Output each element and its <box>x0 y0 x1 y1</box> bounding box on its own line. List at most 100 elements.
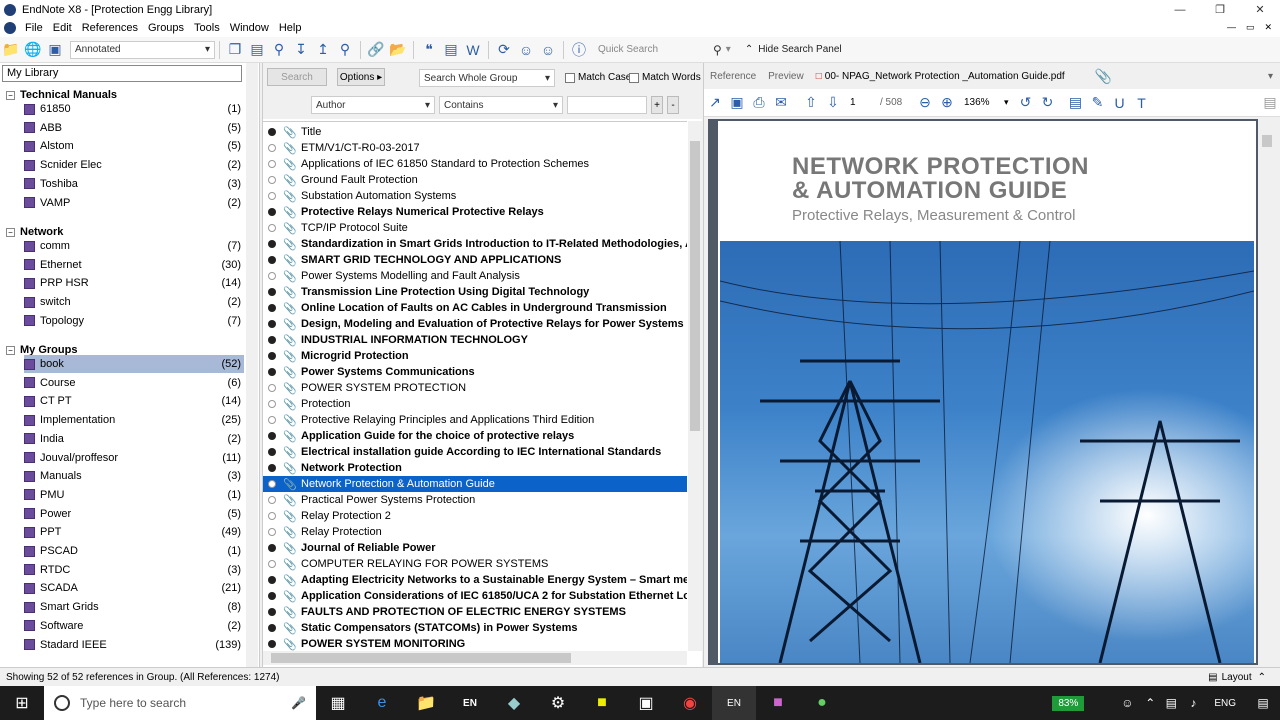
read-status-icon[interactable] <box>268 304 276 312</box>
reference-row[interactable]: 📎 Ground Fault Protection <box>263 172 687 188</box>
microphone-icon[interactable]: 🎤 <box>291 696 306 710</box>
read-status-icon[interactable] <box>268 608 276 616</box>
group-item[interactable]: Alstom (5) <box>24 137 244 155</box>
online-search-icon[interactable]: ⚲ <box>268 40 290 60</box>
read-status-icon[interactable] <box>268 224 276 232</box>
read-status-icon[interactable] <box>268 256 276 264</box>
read-status-icon[interactable] <box>268 240 276 248</box>
read-status-icon[interactable] <box>268 448 276 456</box>
reference-list-scrollbar[interactable] <box>688 121 702 651</box>
open-file-icon[interactable]: 📂 <box>387 40 409 60</box>
mdi-restore-icon[interactable]: ▭ <box>1246 22 1255 33</box>
reference-row[interactable]: 📎 INDUSTRIAL INFORMATION TECHNOLOGY <box>263 332 687 348</box>
task-view-icon[interactable]: ▦ <box>316 686 360 720</box>
rotate-left-icon[interactable]: ↺ <box>1015 92 1037 114</box>
group-item[interactable]: 61850 (1) <box>24 100 244 118</box>
read-status-icon[interactable] <box>268 464 276 472</box>
menu-groups[interactable]: Groups <box>143 22 189 34</box>
read-status-icon[interactable] <box>268 400 276 408</box>
read-status-icon[interactable] <box>268 128 276 136</box>
menu-window[interactable]: Window <box>225 22 274 34</box>
groups-scrollbar[interactable] <box>246 63 258 667</box>
quick-search-input[interactable]: Quick Search ⚲ ▾ <box>598 41 731 59</box>
chevron-up-icon[interactable]: ⌃ <box>1140 686 1160 720</box>
reference-row[interactable]: 📎 FAULTS AND PROTECTION OF ELECTRIC ENERG… <box>263 604 687 620</box>
options-button[interactable]: Options ▸ <box>337 68 385 86</box>
read-status-icon[interactable] <box>268 544 276 552</box>
local-library-mode-icon[interactable]: 📁 <box>0 40 22 60</box>
read-status-icon[interactable] <box>268 160 276 168</box>
read-status-icon[interactable] <box>268 320 276 328</box>
remove-search-row-button[interactable]: - <box>667 96 679 114</box>
print-icon[interactable]: ⎙ <box>748 92 770 114</box>
new-reference-icon[interactable]: ▤ <box>246 40 268 60</box>
read-status-icon[interactable] <box>268 368 276 376</box>
sticky-notes-icon[interactable]: ■ <box>580 686 624 720</box>
reference-list-hscrollbar[interactable] <box>263 651 687 665</box>
reference-row[interactable]: 📎 Adapting Electricity Networks to a Sust… <box>263 572 687 588</box>
menu-tools[interactable]: Tools <box>189 22 225 34</box>
read-status-icon[interactable] <box>268 288 276 296</box>
collapse-toggle-icon[interactable]: − <box>6 227 15 237</box>
hide-search-panel-button[interactable]: ⌃ Hide Search Panel <box>745 41 842 59</box>
read-status-icon[interactable] <box>268 176 276 184</box>
group-item[interactable]: Ethernet (30) <box>24 256 244 274</box>
read-status-icon[interactable] <box>268 576 276 584</box>
reference-row[interactable]: 📎 Protection <box>263 396 687 412</box>
chevron-down-icon[interactable]: ▾ <box>726 44 731 55</box>
layout-button[interactable]: ▤ Layout ⌃ <box>1208 672 1266 683</box>
insert-citation-icon[interactable]: ❝ <box>418 40 440 60</box>
page-number-input[interactable]: 1 <box>850 97 880 108</box>
panel-menu-icon[interactable]: ▾ <box>1268 71 1273 82</box>
format-bibliography-icon[interactable]: ▤ <box>440 40 462 60</box>
find-fulltext-icon[interactable]: ⚲ <box>334 40 356 60</box>
group-item[interactable]: VAMP (2) <box>24 194 244 212</box>
reference-row[interactable]: 📎 TCP/IP Protocol Suite <box>263 220 687 236</box>
minimize-button[interactable]: — <box>1160 0 1200 19</box>
group-item[interactable]: Jouval/proffesor (11) <box>24 449 244 467</box>
search-icon[interactable]: ⚲ <box>713 43 722 57</box>
zoom-in-icon[interactable]: ⊕ <box>936 92 958 114</box>
pdf-scrollbar[interactable] <box>1260 119 1274 665</box>
group-item[interactable]: Course (6) <box>24 374 244 392</box>
collapse-toggle-icon[interactable]: − <box>6 345 15 355</box>
group-item[interactable]: Smart Grids (8) <box>24 598 244 616</box>
reference-row[interactable]: 📎 Applications of IEC 61850 Standard to P… <box>263 156 687 172</box>
read-status-icon[interactable] <box>268 592 276 600</box>
search-field-dropdown[interactable]: Author ▾ <box>311 96 435 114</box>
reference-row[interactable]: 📎 Practical Power Systems Protection <box>263 492 687 508</box>
notifications-icon[interactable]: ▤ <box>1246 686 1280 720</box>
rotate-right-icon[interactable]: ↻ <box>1037 92 1059 114</box>
read-status-icon[interactable] <box>268 336 276 344</box>
group-item[interactable]: PRP HSR (14) <box>24 274 244 292</box>
read-status-icon[interactable] <box>268 144 276 152</box>
group-item[interactable]: PSCAD (1) <box>24 542 244 560</box>
group-item[interactable]: Software (2) <box>24 617 244 635</box>
reference-row[interactable]: 📎 Power Systems Communications <box>263 364 687 380</box>
app-icon-1[interactable]: ◆ <box>492 686 536 720</box>
reference-row[interactable]: 📎 Relay Protection <box>263 524 687 540</box>
reference-row[interactable]: 📎 Application Considerations of IEC 61850… <box>263 588 687 604</box>
next-page-icon[interactable]: ⇩ <box>822 92 844 114</box>
group-item[interactable]: Stadard IEEE (139) <box>24 636 244 654</box>
group-item[interactable]: India (2) <box>24 430 244 448</box>
group-item[interactable]: comm (7) <box>24 237 244 255</box>
reference-row[interactable]: 📎 Journal of Reliable Power <box>263 540 687 556</box>
add-search-row-button[interactable]: + <box>651 96 663 114</box>
manage-groups-icon[interactable]: ☺ <box>537 40 559 60</box>
zoom-level[interactable]: 136% <box>964 97 1004 108</box>
wifi-icon[interactable]: ▤ <box>1160 686 1182 720</box>
read-status-icon[interactable] <box>268 496 276 504</box>
read-status-icon[interactable] <box>268 560 276 568</box>
group-item[interactable]: PPT (49) <box>24 523 244 541</box>
tab-reference[interactable]: Reference <box>704 71 762 82</box>
share-icon[interactable]: ☺ <box>515 40 537 60</box>
search-term-input[interactable] <box>567 96 647 114</box>
read-status-icon[interactable] <box>268 192 276 200</box>
import-icon[interactable]: ↧ <box>290 40 312 60</box>
save-icon[interactable]: ▣ <box>726 92 748 114</box>
group-item[interactable]: PMU (1) <box>24 486 244 504</box>
open-link-icon[interactable]: 🔗 <box>365 40 387 60</box>
export-icon[interactable]: ↥ <box>312 40 334 60</box>
reference-row[interactable]: 📎 POWER SYSTEM MONITORING <box>263 636 687 651</box>
